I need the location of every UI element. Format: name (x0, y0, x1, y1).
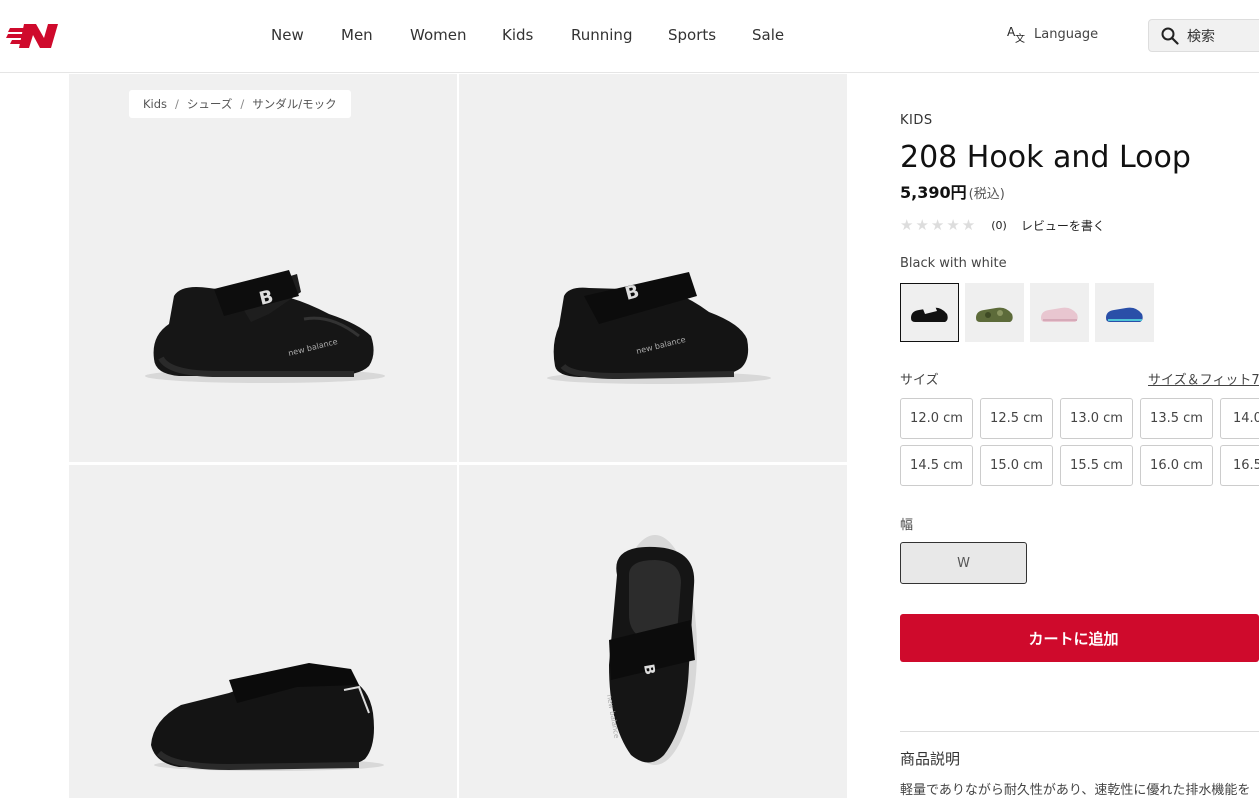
write-review-link[interactable]: レビューを書く (1021, 217, 1105, 234)
shoe-side-image: B new balance (145, 270, 385, 383)
description-title[interactable]: 商品説明 (900, 748, 960, 769)
breadcrumb-separator: / (175, 97, 179, 111)
new-balance-logo[interactable] (6, 20, 60, 52)
swatch-olive-camo[interactable] (965, 283, 1024, 342)
width-label: 幅 (900, 518, 914, 533)
swatch-blue-image (1106, 307, 1143, 322)
breadcrumb-separator: / (240, 97, 245, 111)
nav-sports[interactable]: Sports (668, 26, 716, 44)
color-name: Black with white (900, 256, 1007, 271)
product-gallery: B new balance B new balance B new balanc… (69, 74, 847, 798)
price-value: 5,390円 (900, 183, 967, 202)
nav-women[interactable]: Women (410, 26, 466, 44)
nav-running[interactable]: Running (571, 26, 632, 44)
nav-kids[interactable]: Kids (502, 26, 533, 44)
size-option[interactable]: 14.0 (1220, 398, 1259, 439)
breadcrumb: Kids / シューズ / サンダル/モック (129, 90, 351, 118)
product-price: 5,390円 (税込) (900, 179, 1005, 203)
divider (900, 731, 1259, 732)
nav-men[interactable]: Men (341, 26, 373, 44)
swatch-blue[interactable] (1095, 283, 1154, 342)
size-option[interactable]: 15.0 cm (980, 445, 1053, 486)
nav-sale[interactable]: Sale (752, 26, 784, 44)
size-option[interactable]: 15.5 cm (1060, 445, 1133, 486)
swatch-pink-image (1041, 307, 1078, 322)
size-option[interactable]: 16.0 cm (1140, 445, 1213, 486)
size-option[interactable]: 13.0 cm (1060, 398, 1133, 439)
size-option[interactable]: 12.5 cm (980, 398, 1053, 439)
size-guide-link[interactable]: サイズ＆フィット7 (1148, 369, 1259, 388)
nav-new[interactable]: New (271, 26, 304, 44)
shoe-angle-image: B new balance (547, 272, 771, 384)
swatch-black-image (911, 306, 948, 322)
product-category: KIDS (900, 113, 933, 128)
size-option[interactable]: 13.5 cm (1140, 398, 1213, 439)
product-image-top[interactable]: B new balance (459, 465, 847, 798)
review-count: (0) (991, 218, 1007, 232)
size-option[interactable]: 12.0 cm (900, 398, 973, 439)
tax-note: (税込) (968, 187, 1005, 202)
breadcrumb-shoes[interactable]: シューズ (187, 96, 232, 112)
swatch-black[interactable] (900, 283, 959, 342)
shoe-medial-image (151, 663, 384, 771)
swatch-pink[interactable] (1030, 283, 1089, 342)
add-to-cart-button[interactable]: カートに追加 (900, 614, 1259, 662)
size-option[interactable]: 14.5 cm (900, 445, 973, 486)
swatch-olive-image (976, 307, 1013, 322)
product-image-medial[interactable] (69, 465, 457, 798)
product-panel: KIDS 208 Hook and Loop 5,390円 (税込) ★★★★★ … (900, 0, 1259, 798)
breadcrumb-kids[interactable]: Kids (143, 97, 167, 111)
description-text: 軽量でありながら耐久性があり、速乾性に優れた排水機能を (900, 783, 1251, 798)
star-rating-icon: ★★★★★ (900, 216, 978, 234)
width-option-w[interactable]: W (900, 542, 1027, 584)
product-image-side[interactable]: B new balance (69, 74, 457, 462)
shoe-top-image: B new balance (605, 535, 697, 765)
rating-row: ★★★★★ (0) レビューを書く (900, 216, 1105, 234)
breadcrumb-sandals[interactable]: サンダル/モック (252, 96, 336, 112)
size-label: サイズ (900, 373, 939, 388)
product-title: 208 Hook and Loop (900, 140, 1191, 175)
product-image-angle[interactable]: B new balance (459, 74, 847, 462)
size-option[interactable]: 16.5 (1220, 445, 1259, 486)
